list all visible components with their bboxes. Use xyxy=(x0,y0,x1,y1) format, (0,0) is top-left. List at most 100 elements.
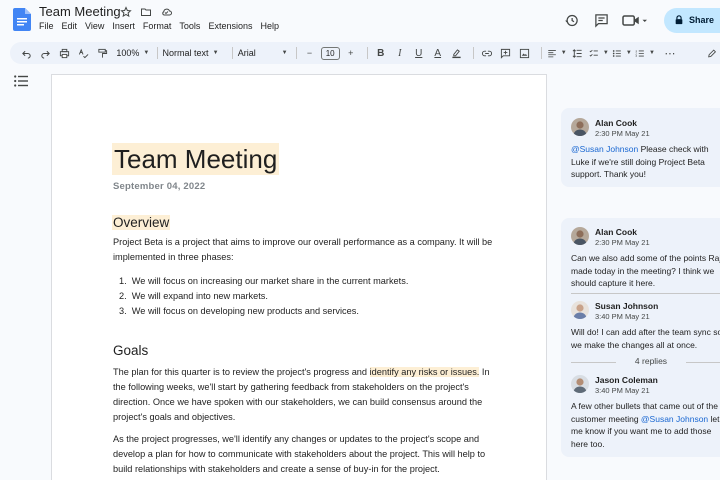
version-history-icon[interactable] xyxy=(560,9,582,31)
font-family-select[interactable]: Arial ▼ xyxy=(238,44,288,62)
overview-heading: Overview xyxy=(112,215,171,230)
comment-time: 3:40 PM May 21 xyxy=(595,312,650,321)
commented-highlight[interactable]: identify any risks or issues. xyxy=(369,367,480,377)
paint-format-icon[interactable] xyxy=(94,44,110,62)
toolbar-divider xyxy=(295,47,297,59)
comment-thread[interactable]: Alan Cook 2:30 PM May 21 @Susan Johnson … xyxy=(561,108,720,187)
goals-text: The plan for this quarter is to review t… xyxy=(113,367,370,377)
star-icon[interactable] xyxy=(119,5,133,19)
menu-extensions[interactable]: Extensions xyxy=(208,21,256,31)
print-icon[interactable] xyxy=(56,44,72,62)
comment-time: 2:30 PM May 21 xyxy=(595,129,650,138)
italic-button[interactable]: I xyxy=(392,44,408,62)
comment-thread[interactable]: Alan Cook 2:30 PM May 21 Can we also add… xyxy=(561,218,720,457)
comment-text: @Susan Johnson Please check with Luke if… xyxy=(571,143,720,181)
lock-icon xyxy=(675,15,683,25)
overview-paragraph: Project Beta is a project that aims to i… xyxy=(113,237,493,262)
comment-time: 3:40 PM May 21 xyxy=(595,386,650,395)
spellcheck-icon[interactable] xyxy=(75,44,91,62)
numbered-list-icon[interactable]: 1 2 3 ▼ xyxy=(635,44,655,62)
zoom-select[interactable]: 100% ▼ xyxy=(116,44,150,62)
cloud-saved-icon[interactable] xyxy=(159,5,173,19)
bulleted-list-icon[interactable]: ▼ xyxy=(612,44,632,62)
chevron-down-icon: ▼ xyxy=(648,50,655,56)
comment-divider xyxy=(571,293,720,294)
menu-bar: File Edit View Insert Format Tools Exten… xyxy=(39,21,287,31)
phase-text: We will expand into new markets. xyxy=(131,291,268,301)
formatting-toolbar: 100% ▼ Normal text ▼ Arial ▼ − 10 + B I U A… xyxy=(10,42,720,64)
goals-heading: Goals xyxy=(113,343,149,358)
decrease-font-size-button[interactable]: − xyxy=(302,44,318,62)
highlight-color-icon[interactable] xyxy=(449,44,465,62)
bold-button[interactable]: B xyxy=(373,44,389,62)
toolbar-divider xyxy=(156,47,158,59)
increase-font-size-button[interactable]: + xyxy=(343,44,359,62)
move-folder-icon[interactable] xyxy=(139,5,153,19)
phase-text: We will focus on developing new products… xyxy=(131,306,359,316)
comment-text: A few other bullets that came out of the… xyxy=(571,400,720,450)
redo-icon[interactable] xyxy=(37,44,53,62)
toolbar-divider xyxy=(231,47,233,59)
align-left-icon[interactable]: ▼ xyxy=(547,44,567,62)
checklist-icon[interactable]: ▼ xyxy=(589,44,609,62)
paragraph-style-select[interactable]: Normal text ▼ xyxy=(163,44,224,62)
document-date: September 04, 2022 xyxy=(113,181,206,192)
text-color-button[interactable]: A xyxy=(430,44,446,62)
avatar xyxy=(571,301,589,319)
toolbar-divider xyxy=(472,47,474,59)
menu-view[interactable]: View xyxy=(85,21,108,31)
menu-format[interactable]: Format xyxy=(143,21,176,31)
undo-icon[interactable] xyxy=(18,44,34,62)
chevron-down-icon: ▼ xyxy=(143,50,150,56)
insert-link-icon[interactable] xyxy=(479,44,495,62)
menu-edit[interactable]: Edit xyxy=(62,21,82,31)
phases-list: 1. We will focus on increasing our marke… xyxy=(119,274,408,319)
docs-logo-icon[interactable] xyxy=(13,8,31,31)
toolbar-divider xyxy=(540,47,542,59)
comment-author: Alan Cook xyxy=(595,118,638,128)
chevron-down-icon: ▼ xyxy=(602,50,609,56)
document-outline-icon[interactable] xyxy=(14,75,28,87)
chevron-down-icon: ▼ xyxy=(625,50,632,56)
list-item: 2. We will expand into new markets. xyxy=(119,291,268,301)
document-title[interactable]: Team Meeting xyxy=(39,4,121,19)
paragraph-style-value: Normal text xyxy=(162,48,209,58)
menu-file[interactable]: File xyxy=(39,21,58,31)
chevron-down-icon: ▼ xyxy=(560,50,567,56)
share-label: Share xyxy=(689,15,715,25)
comments-icon[interactable] xyxy=(590,9,612,31)
more-options-button[interactable]: ⋯ xyxy=(662,44,678,62)
document-page[interactable]: Team Meeting September 04, 2022 Overview… xyxy=(51,74,547,480)
font-family-value: Arial xyxy=(237,48,256,58)
menu-insert[interactable]: Insert xyxy=(112,21,139,31)
editing-mode-icon[interactable]: ▼ xyxy=(707,44,720,62)
mention-link[interactable]: @Susan Johnson xyxy=(571,144,638,154)
comment-time: 2:30 PM May 21 xyxy=(595,238,650,247)
font-size-input[interactable]: 10 xyxy=(320,46,340,60)
comment-text: Can we also add some of the points Raj m… xyxy=(571,253,720,288)
line-spacing-icon[interactable] xyxy=(570,44,586,62)
goals-paragraph: The plan for this quarter is to review t… xyxy=(113,365,499,425)
avatar xyxy=(571,227,589,245)
menu-tools[interactable]: Tools xyxy=(179,21,204,31)
avatar xyxy=(571,375,589,393)
meet-video-icon[interactable] xyxy=(620,9,650,31)
menu-help[interactable]: Help xyxy=(260,21,283,31)
add-comment-icon[interactable] xyxy=(498,44,514,62)
mention-link[interactable]: @Susan Johnson xyxy=(641,414,708,424)
share-button[interactable]: Share xyxy=(664,7,720,33)
phase-text: We will focus on increasing our market s… xyxy=(131,276,409,286)
comment-author: Susan Johnson xyxy=(595,301,659,311)
avatar xyxy=(571,118,589,136)
replies-toggle[interactable]: 4 replies xyxy=(571,356,720,368)
svg-text:3: 3 xyxy=(635,53,637,57)
comment-text: Will do! I can add after the team sync s… xyxy=(571,327,720,350)
list-item: 3. We will focus on developing new produ… xyxy=(119,306,359,316)
list-item: 1. We will focus on increasing our marke… xyxy=(119,276,409,286)
insert-image-icon[interactable] xyxy=(517,44,533,62)
title-bar: Team Meeting File Edit View Insert Forma… xyxy=(0,0,720,38)
document-heading: Team Meeting xyxy=(112,143,280,175)
progress-paragraph: As the project progresses, we'll identif… xyxy=(113,434,486,474)
underline-button[interactable]: U xyxy=(411,44,427,62)
chevron-down-icon: ▼ xyxy=(212,50,219,56)
